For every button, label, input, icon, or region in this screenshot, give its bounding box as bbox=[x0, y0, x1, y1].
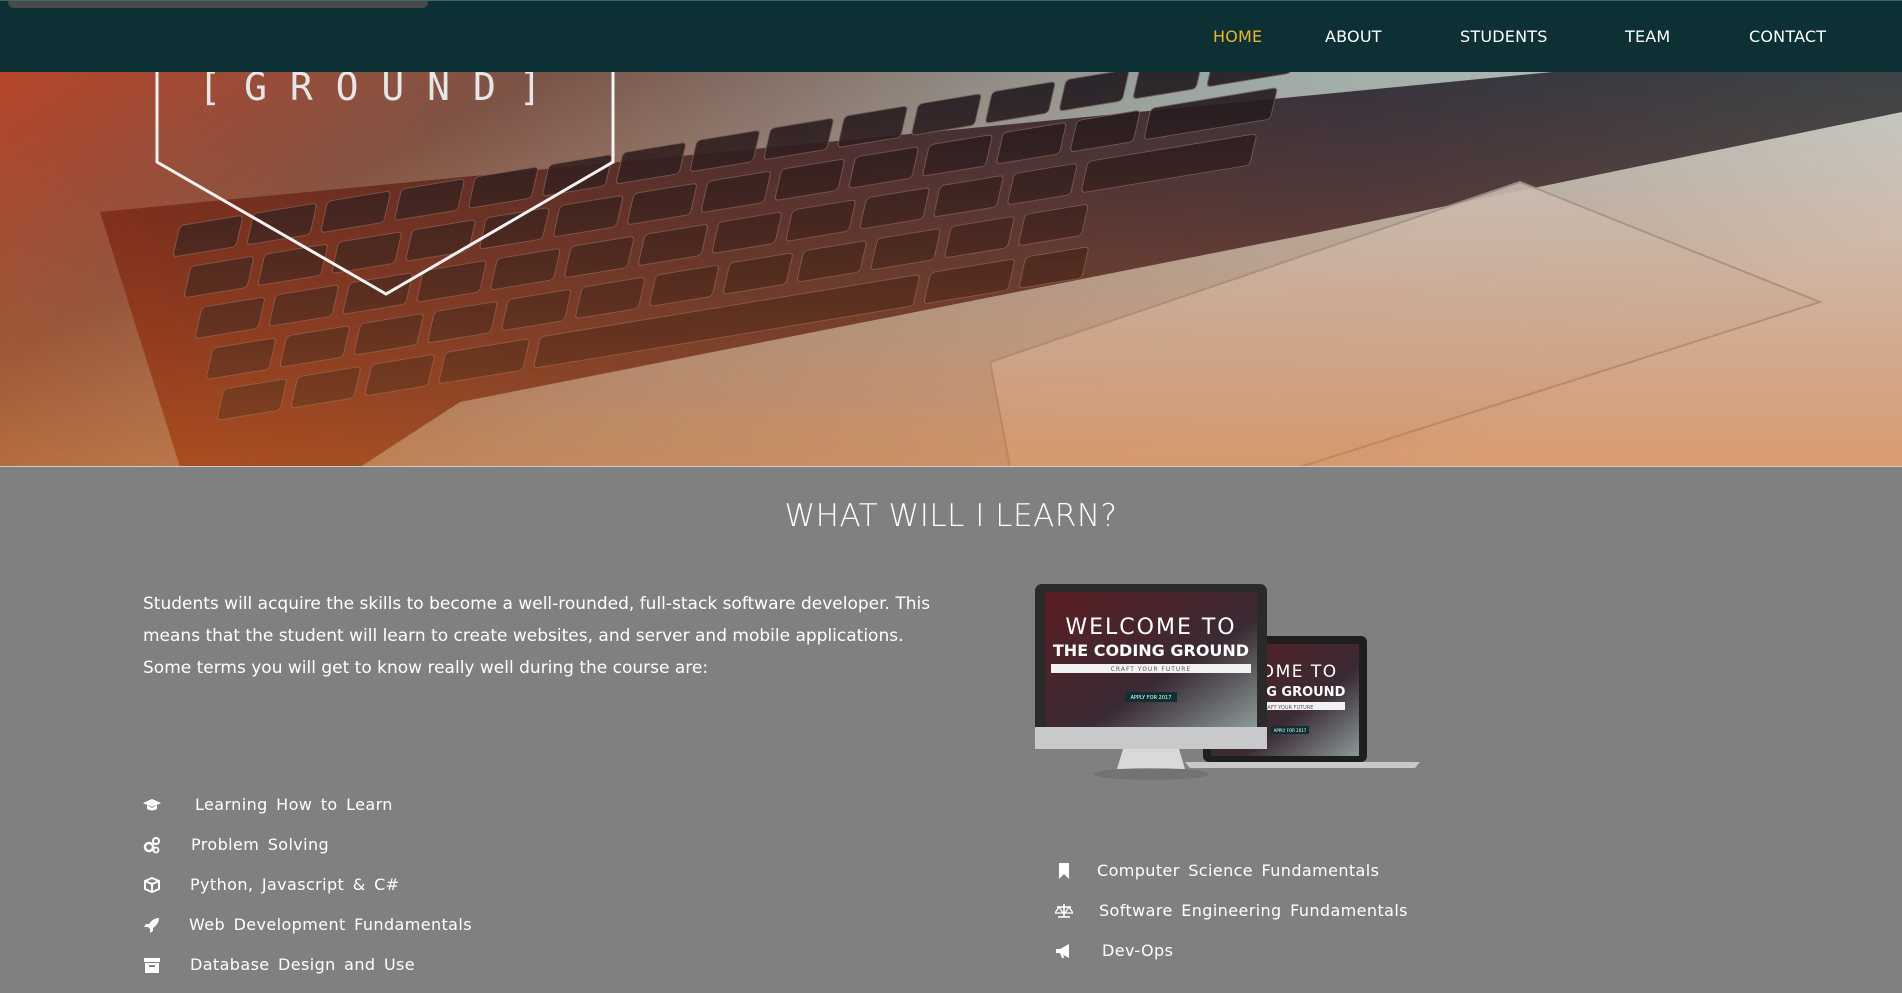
devices-mockup-image: LCOME TO ODING GROUND CRAFT YOUR FUTURE … bbox=[1035, 584, 1420, 780]
svg-text:CRAFT YOUR FUTURE: CRAFT YOUR FUTURE bbox=[1261, 705, 1314, 711]
browser-tab-edge bbox=[8, 1, 428, 8]
topic-label: Learning How to Learn bbox=[195, 795, 393, 814]
svg-text:WELCOME TO: WELCOME TO bbox=[1065, 615, 1236, 640]
archive-icon bbox=[144, 958, 160, 973]
svg-text:APPLY FOR 2017: APPLY FOR 2017 bbox=[1274, 728, 1307, 733]
list-item: Web Development Fundamentals bbox=[143, 913, 743, 953]
hero-banner: [ G R O U N D ] bbox=[0, 72, 1902, 467]
nav-link-team[interactable]: TEAM bbox=[1625, 27, 1670, 46]
svg-text:CRAFT YOUR FUTURE: CRAFT YOUR FUTURE bbox=[1111, 666, 1192, 673]
graduation-cap-icon bbox=[143, 799, 161, 811]
topic-label: Computer Science Fundamentals bbox=[1097, 861, 1380, 880]
list-item: Problem Solving bbox=[143, 833, 743, 873]
list-item: Learning How to Learn bbox=[143, 793, 743, 833]
top-navbar: HOME ABOUT STUDENTS TEAM CONTACT bbox=[0, 0, 1902, 72]
topic-label: Problem Solving bbox=[191, 835, 330, 854]
topic-label: Software Engineering Fundamentals bbox=[1099, 901, 1408, 920]
bullhorn-icon bbox=[1056, 944, 1069, 958]
list-item: Python, Javascript & C# bbox=[143, 873, 743, 913]
svg-text:APPLY FOR 2017: APPLY FOR 2017 bbox=[1131, 695, 1172, 701]
list-item: Software Engineering Fundamentals bbox=[1055, 899, 1655, 939]
topic-label: Database Design and Use bbox=[190, 955, 416, 974]
logo-text: [ G R O U N D ] bbox=[198, 72, 541, 109]
topics-list-left: Learning How to Learn Problem Solving Py… bbox=[143, 793, 743, 993]
list-item: Database Design and Use bbox=[143, 953, 743, 993]
cogs-icon bbox=[143, 837, 160, 854]
nav-link-home[interactable]: HOME bbox=[1213, 27, 1262, 46]
topic-label: Web Development Fundamentals bbox=[189, 915, 472, 934]
svg-text:THE CODING GROUND: THE CODING GROUND bbox=[1053, 641, 1249, 660]
bookmark-icon bbox=[1059, 863, 1069, 879]
list-item: Dev-Ops bbox=[1055, 939, 1655, 979]
nav-link-about[interactable]: ABOUT bbox=[1325, 27, 1382, 46]
nav-link-contact[interactable]: CONTACT bbox=[1749, 27, 1826, 46]
hero-laptop-keyboard-image: [ G R O U N D ] bbox=[0, 72, 1902, 466]
topic-label: Python, Javascript & C# bbox=[190, 875, 400, 894]
rocket-icon bbox=[144, 918, 159, 933]
list-item: Computer Science Fundamentals bbox=[1055, 859, 1655, 899]
balance-scale-icon bbox=[1055, 904, 1073, 918]
topics-list-right: Computer Science Fundamentals Software E… bbox=[1055, 859, 1655, 979]
nav-link-students[interactable]: STUDENTS bbox=[1460, 27, 1548, 46]
topic-label: Dev-Ops bbox=[1102, 941, 1174, 960]
section-title: WHAT WILL I LEARN? bbox=[784, 498, 1118, 534]
intro-paragraph: Students will acquire the skills to beco… bbox=[143, 594, 931, 678]
cube-icon bbox=[144, 876, 160, 894]
